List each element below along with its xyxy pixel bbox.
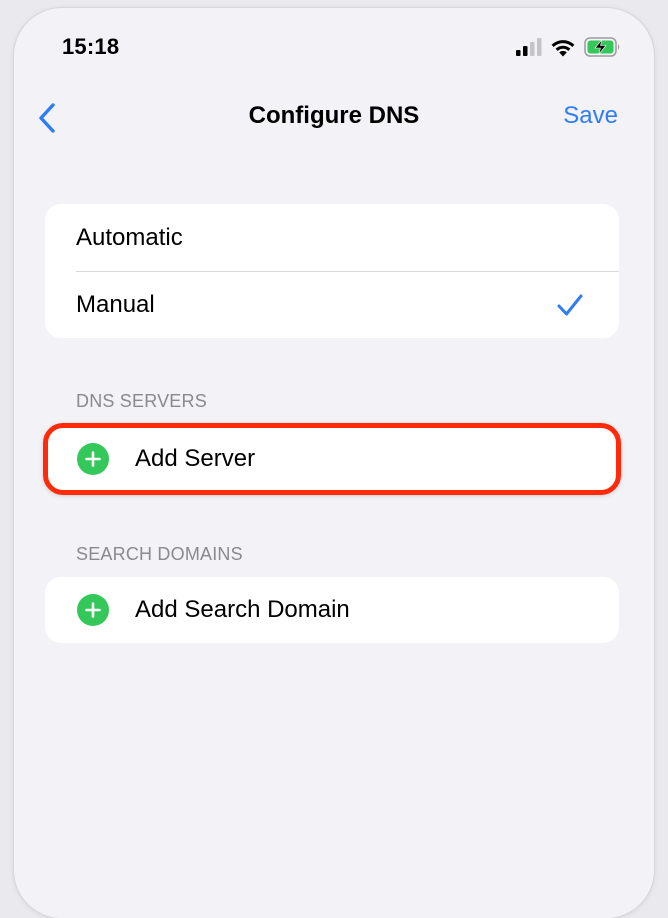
- battery-charging-icon: [584, 37, 620, 57]
- search-domains-group: Add Search Domain: [45, 577, 619, 643]
- option-automatic[interactable]: Automatic: [45, 204, 619, 272]
- navigation-bar: Configure DNS Save: [14, 88, 654, 144]
- phone-screen: 15:18 Configure DNS Save Automatic Manua…: [14, 8, 654, 918]
- dns-servers-header: DNS SERVERS: [76, 391, 207, 411]
- wifi-icon: [551, 39, 575, 56]
- add-server-button[interactable]: Add Server: [45, 426, 619, 492]
- option-manual[interactable]: Manual: [45, 271, 619, 338]
- status-icons: [516, 36, 622, 58]
- add-search-domain-button[interactable]: Add Search Domain: [45, 577, 619, 643]
- status-time: 15:18: [62, 34, 120, 59]
- option-manual-label: Manual: [76, 290, 155, 318]
- option-automatic-label: Automatic: [76, 223, 183, 251]
- page-title: Configure DNS: [248, 102, 420, 129]
- search-domains-header: SEARCH DOMAINS: [76, 544, 243, 564]
- cellular-signal-icon: [516, 38, 542, 56]
- status-bar: 15:18: [14, 8, 654, 88]
- dns-servers-group: Add Server: [45, 426, 619, 492]
- add-circle-icon: [77, 594, 109, 626]
- add-server-label: Add Server: [135, 445, 256, 472]
- add-search-domain-label: Add Search Domain: [135, 596, 350, 623]
- add-circle-icon: [77, 443, 109, 475]
- dns-mode-group: Automatic Manual: [45, 204, 619, 338]
- checkmark-icon: [557, 294, 583, 316]
- save-button[interactable]: Save: [563, 102, 618, 130]
